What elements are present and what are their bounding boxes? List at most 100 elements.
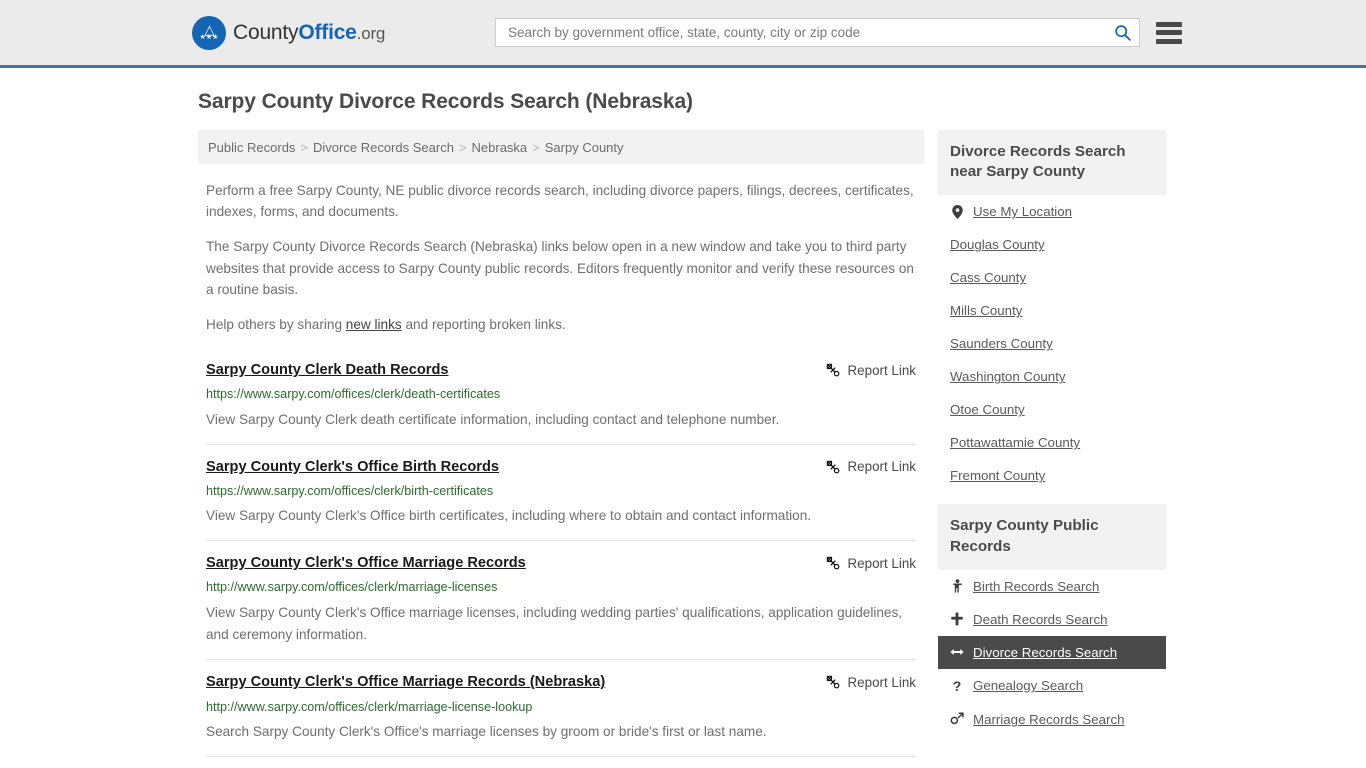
sidebar-nearby-item[interactable]: Otoe County (938, 393, 1166, 426)
sidebar-nearby-link[interactable]: Douglas County (950, 237, 1045, 252)
sidebar-nearby-link[interactable]: Fremont County (950, 468, 1045, 483)
report-link-label: Report Link (847, 362, 916, 378)
breadcrumb-separator: > (300, 139, 309, 155)
result-description: Search Sarpy County Clerk's Office's mar… (206, 723, 767, 739)
broken-link-icon (826, 363, 839, 377)
result-description: View Sarpy County Clerk death certificat… (206, 411, 780, 427)
report-link-button[interactable]: Report Link (825, 673, 916, 690)
sidebar-nearby-item[interactable]: Douglas County (938, 228, 1166, 261)
logo-text: CountyOffice.org (233, 21, 385, 45)
result-title-link[interactable]: Sarpy County Clerk's Office Birth Record… (206, 458, 499, 476)
result-item: Sarpy County Clerk's Office Birth Record… (206, 443, 916, 540)
sidebar-nearby-link[interactable]: Mills County (950, 303, 1022, 318)
broken-link-icon (826, 556, 839, 570)
main-column: Public Records > Divorce Records Search … (198, 130, 924, 768)
sidebar-record-link[interactable]: Birth Records Search (973, 579, 1099, 594)
report-link-label: Report Link (847, 674, 916, 690)
result-description: View Sarpy County Clerk's Office birth c… (206, 508, 812, 524)
sidebar-nearby-item[interactable]: Fremont County (938, 459, 1166, 492)
breadcrumb-separator: > (532, 139, 540, 155)
cross-icon (950, 612, 964, 626)
intro-paragraph-2: The Sarpy County Divorce Records Search … (206, 239, 914, 297)
public-records-list: Birth Records Search Death Records Search… (938, 570, 1166, 736)
report-link-button[interactable]: Report Link (825, 554, 916, 571)
search-icon (1114, 25, 1131, 41)
sidebar-nearby-link[interactable]: Use My Location (973, 204, 1072, 219)
logo-text-part3: .org (356, 23, 386, 43)
page-body: Sarpy County Divorce Records Search (Neb… (0, 90, 1366, 768)
hamburger-menu-icon[interactable] (1156, 21, 1182, 44)
male-female-icon (950, 712, 964, 725)
new-links-link[interactable]: new links (346, 317, 402, 332)
breadcrumb-item-3[interactable]: Sarpy County (545, 140, 624, 155)
report-link-label: Report Link (847, 459, 916, 475)
broken-link-icon (826, 460, 839, 474)
sidebar-record-link[interactable]: Genealogy Search (973, 678, 1083, 693)
baby-icon (952, 579, 962, 593)
sidebar-nearby-link[interactable]: Washington County (950, 369, 1066, 384)
sidebar-nearby-item[interactable]: Use My Location (938, 195, 1166, 228)
sidebar-nearby-link[interactable]: Pottawattamie County (950, 435, 1080, 450)
sidebar-nearby-link[interactable]: Saunders County (950, 336, 1053, 351)
result-item: Sarpy County Clerk's Office Marriage Rec… (206, 659, 916, 755)
public-records-panel: Sarpy County Public Records Birth Record… (938, 504, 1166, 735)
sidebar-record-item[interactable]: Death Records Search (938, 603, 1166, 636)
sidebar-nearby-link[interactable]: Cass County (950, 270, 1026, 285)
sidebar-nearby-item[interactable]: Mills County (938, 294, 1166, 327)
results-list: Sarpy County Clerk Death Records Report L… (198, 349, 924, 768)
sidebar-record-item[interactable]: ? Genealogy Search (938, 669, 1166, 703)
sidebar-record-item[interactable]: Divorce Records Search (938, 635, 1166, 669)
breadcrumb-separator: > (458, 139, 467, 155)
result-title-link[interactable]: Sarpy County Clerk's Office Marriage Rec… (206, 673, 605, 691)
search-area (495, 18, 1182, 47)
sidebar-record-link[interactable]: Marriage Records Search (973, 712, 1125, 727)
search-input[interactable] (506, 19, 1111, 46)
sidebar-nearby-item[interactable]: Washington County (938, 360, 1166, 393)
cross-icon (951, 612, 963, 626)
search-button[interactable] (1111, 22, 1133, 44)
intro-p3-after: and reporting broken links. (401, 317, 566, 333)
sidebar-record-link[interactable]: Divorce Records Search (973, 645, 1117, 660)
report-link-button[interactable]: Report Link (825, 361, 916, 378)
baby-icon (950, 579, 964, 593)
breadcrumb-item-2[interactable]: Nebraska (472, 140, 528, 155)
result-description: View Sarpy County Clerk's Office marriag… (206, 604, 903, 643)
breadcrumb: Public Records > Divorce Records Search … (198, 130, 924, 164)
result-header: Sarpy County Clerk's Office Marriage Rec… (206, 554, 916, 572)
left-right-arrow-icon (950, 649, 964, 656)
map-pin-icon (951, 204, 963, 219)
result-title-link[interactable]: Sarpy County Clerk Death Records (206, 361, 449, 379)
breadcrumb-item-1[interactable]: Divorce Records Search (313, 140, 454, 155)
result-header: Sarpy County Clerk's Office Marriage Rec… (206, 673, 916, 691)
breadcrumb-item-0[interactable]: Public Records (208, 140, 295, 155)
intro-paragraph-1: Perform a free Sarpy County, NE public d… (206, 183, 914, 220)
sidebar-record-item[interactable]: Birth Records Search (938, 570, 1166, 603)
site-header: △ ★★★ CountyOffice.org (0, 0, 1366, 68)
result-item: Sarpy County Clerk's Office Marriage Rec… (206, 540, 916, 659)
result-header: Sarpy County Clerk's Office Birth Record… (206, 458, 916, 476)
report-link-label: Report Link (847, 555, 916, 571)
sidebar-record-item[interactable]: Marriage Records Search (938, 703, 1166, 736)
search-box[interactable] (495, 18, 1140, 47)
eagle-seal-icon: △ ★★★ (192, 15, 226, 50)
sidebar-nearby-link[interactable]: Otoe County (950, 402, 1025, 417)
logo-text-part1: County (233, 20, 299, 44)
report-link-button[interactable]: Report Link (825, 458, 916, 475)
sidebar: Divorce Records Search near Sarpy County… (938, 130, 1166, 768)
sidebar-record-link[interactable]: Death Records Search (973, 612, 1108, 627)
content-columns: Public Records > Divorce Records Search … (0, 130, 1366, 768)
site-logo[interactable]: △ ★★★ CountyOffice.org (192, 15, 385, 50)
question-mark-icon: ? (952, 677, 962, 694)
result-url: http://www.sarpy.com/offices/clerk/marri… (206, 580, 498, 595)
result-title-link[interactable]: Sarpy County Clerk's Office Marriage Rec… (206, 554, 526, 572)
sidebar-nearby-item[interactable]: Cass County (938, 261, 1166, 294)
result-item: Sarpy County Clerk Death Records Report L… (206, 349, 916, 443)
left-right-arrow-icon (950, 646, 964, 658)
public-records-header: Sarpy County Public Records (938, 504, 1166, 570)
sidebar-nearby-item[interactable]: Pottawattamie County (938, 426, 1166, 459)
intro-section: Perform a free Sarpy County, NE public d… (198, 180, 924, 335)
nearby-counties-header: Divorce Records Search near Sarpy County (938, 130, 1166, 196)
nearby-counties-list: Use My Location Douglas County Cass County… (938, 195, 1166, 492)
result-item: Sarpy County Divorce CertificatesReport … (206, 755, 916, 768)
sidebar-nearby-item[interactable]: Saunders County (938, 327, 1166, 360)
